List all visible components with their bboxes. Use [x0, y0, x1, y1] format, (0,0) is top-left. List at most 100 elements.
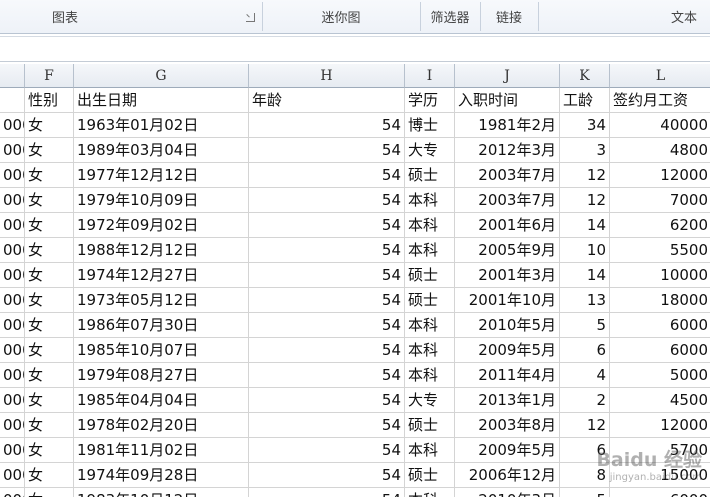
cell-i[interactable]: 硕士 — [405, 413, 455, 438]
cell-j[interactable]: 2001年10月 — [455, 288, 560, 313]
cell-j[interactable]: 2003年8月 — [455, 413, 560, 438]
cell-e[interactable]: 000 — [0, 163, 25, 188]
cell-g[interactable]: 1973年05月12日 — [74, 288, 249, 313]
cell-k[interactable]: 5 — [560, 313, 610, 338]
column-header-j[interactable]: J — [455, 64, 560, 88]
cell-l[interactable]: 18000 — [610, 288, 710, 313]
cell-i[interactable]: 本科 — [405, 338, 455, 363]
cell-e[interactable]: 000 — [0, 438, 25, 463]
cell-g[interactable]: 1974年09月28日 — [74, 463, 249, 488]
cell-g[interactable]: 1972年09月02日 — [74, 213, 249, 238]
cell-l[interactable]: 12000 — [610, 163, 710, 188]
cell-j[interactable]: 2013年1月 — [455, 388, 560, 413]
cell-i[interactable]: 博士 — [405, 113, 455, 138]
ribbon-group-text[interactable]: 文本 — [640, 0, 710, 33]
cell-f[interactable]: 女 — [25, 163, 74, 188]
cell-f[interactable]: 女 — [25, 113, 74, 138]
cell-i[interactable]: 硕士 — [405, 163, 455, 188]
cell-e[interactable]: 000 — [0, 313, 25, 338]
cell-k[interactable]: 3 — [560, 138, 610, 163]
cell-e[interactable]: 000 — [0, 213, 25, 238]
cell-i[interactable]: 本科 — [405, 313, 455, 338]
ribbon-group-chart[interactable]: 图表 — [0, 0, 130, 33]
cell-h[interactable]: 54 — [249, 338, 405, 363]
cell-k[interactable]: 13 — [560, 288, 610, 313]
cell-h[interactable]: 54 — [249, 288, 405, 313]
column-header-f[interactable]: F — [25, 64, 74, 88]
cell-f[interactable]: 女 — [25, 238, 74, 263]
cell-i[interactable]: 大专 — [405, 388, 455, 413]
cell-k[interactable]: 4 — [560, 363, 610, 388]
cell-i[interactable]: 硕士 — [405, 288, 455, 313]
cell-j[interactable]: 2003年7月 — [455, 188, 560, 213]
cell-f[interactable]: 女 — [25, 338, 74, 363]
cell-l[interactable]: 6000 — [610, 338, 710, 363]
cell-l[interactable]: 6200 — [610, 213, 710, 238]
cell-f[interactable]: 女 — [25, 388, 74, 413]
column-header-g[interactable]: G — [74, 64, 249, 88]
cell-h[interactable]: 54 — [249, 188, 405, 213]
cell-l[interactable]: 6000 — [610, 488, 710, 497]
cell-e[interactable]: 000 — [0, 263, 25, 288]
cell-h[interactable]: 54 — [249, 363, 405, 388]
cell-l[interactable]: 签约月工资 — [610, 88, 710, 113]
cell-e[interactable]: 000 — [0, 238, 25, 263]
cell-e[interactable]: 000 — [0, 363, 25, 388]
cell-e[interactable]: 000 — [0, 138, 25, 163]
cell-j[interactable]: 2006年12月 — [455, 463, 560, 488]
cell-e[interactable]: 000 — [0, 463, 25, 488]
cell-h[interactable]: 54 — [249, 263, 405, 288]
cell-i[interactable]: 本科 — [405, 213, 455, 238]
cell-h[interactable]: 54 — [249, 313, 405, 338]
column-header-l[interactable]: L — [610, 64, 710, 88]
cell-g[interactable]: 1977年12月12日 — [74, 163, 249, 188]
cell-k[interactable]: 12 — [560, 163, 610, 188]
cell-g[interactable]: 1988年12月12日 — [74, 238, 249, 263]
cell-i[interactable]: 硕士 — [405, 463, 455, 488]
cell-g[interactable]: 1979年10月09日 — [74, 188, 249, 213]
cell-k[interactable]: 14 — [560, 263, 610, 288]
cell-f[interactable]: 女 — [25, 463, 74, 488]
cell-f[interactable]: 女 — [25, 263, 74, 288]
cell-l[interactable]: 12000 — [610, 413, 710, 438]
cell-j[interactable]: 2011年4月 — [455, 363, 560, 388]
cell-h[interactable]: 54 — [249, 388, 405, 413]
cell-l[interactable]: 7000 — [610, 188, 710, 213]
cell-j[interactable]: 2009年5月 — [455, 438, 560, 463]
cell-g[interactable]: 1985年10月07日 — [74, 338, 249, 363]
cell-e[interactable]: 000 — [0, 388, 25, 413]
cell-g[interactable]: 1981年11月02日 — [74, 438, 249, 463]
cell-f[interactable]: 女 — [25, 188, 74, 213]
ribbon-group-filter[interactable]: 筛选器 — [420, 0, 480, 33]
cell-e[interactable]: 000 — [0, 113, 25, 138]
cell-g[interactable]: 1974年12月27日 — [74, 263, 249, 288]
cell-l[interactable]: 5500 — [610, 238, 710, 263]
cell-h[interactable]: 54 — [249, 138, 405, 163]
cell-f[interactable]: 女 — [25, 413, 74, 438]
cell-f[interactable]: 女 — [25, 313, 74, 338]
cell-f[interactable]: 女 — [25, 288, 74, 313]
column-header-e[interactable] — [0, 64, 25, 88]
cell-g[interactable]: 1978年02月20日 — [74, 413, 249, 438]
cell-l[interactable]: 40000 — [610, 113, 710, 138]
cell-e[interactable]: 000 — [0, 488, 25, 497]
cell-l[interactable]: 5000 — [610, 363, 710, 388]
cell-h[interactable]: 54 — [249, 163, 405, 188]
cell-j[interactable]: 1981年2月 — [455, 113, 560, 138]
cell-j[interactable]: 2012年3月 — [455, 138, 560, 163]
column-header-k[interactable]: K — [560, 64, 610, 88]
cell-j[interactable]: 2010年5月 — [455, 313, 560, 338]
cell-h[interactable]: 54 — [249, 238, 405, 263]
cell-g[interactable]: 1979年08月27日 — [74, 363, 249, 388]
cell-i[interactable]: 本科 — [405, 363, 455, 388]
column-header-h[interactable]: H — [249, 64, 405, 88]
cell-k[interactable]: 5 — [560, 488, 610, 497]
cell-i[interactable]: 本科 — [405, 438, 455, 463]
cell-k[interactable]: 工龄 — [560, 88, 610, 113]
cell-h[interactable]: 54 — [249, 413, 405, 438]
cell-l[interactable]: 4500 — [610, 388, 710, 413]
cell-e[interactable]: 000 — [0, 188, 25, 213]
dialog-launcher-icon[interactable] — [246, 13, 255, 22]
cell-j[interactable]: 2001年6月 — [455, 213, 560, 238]
cell-k[interactable]: 12 — [560, 188, 610, 213]
